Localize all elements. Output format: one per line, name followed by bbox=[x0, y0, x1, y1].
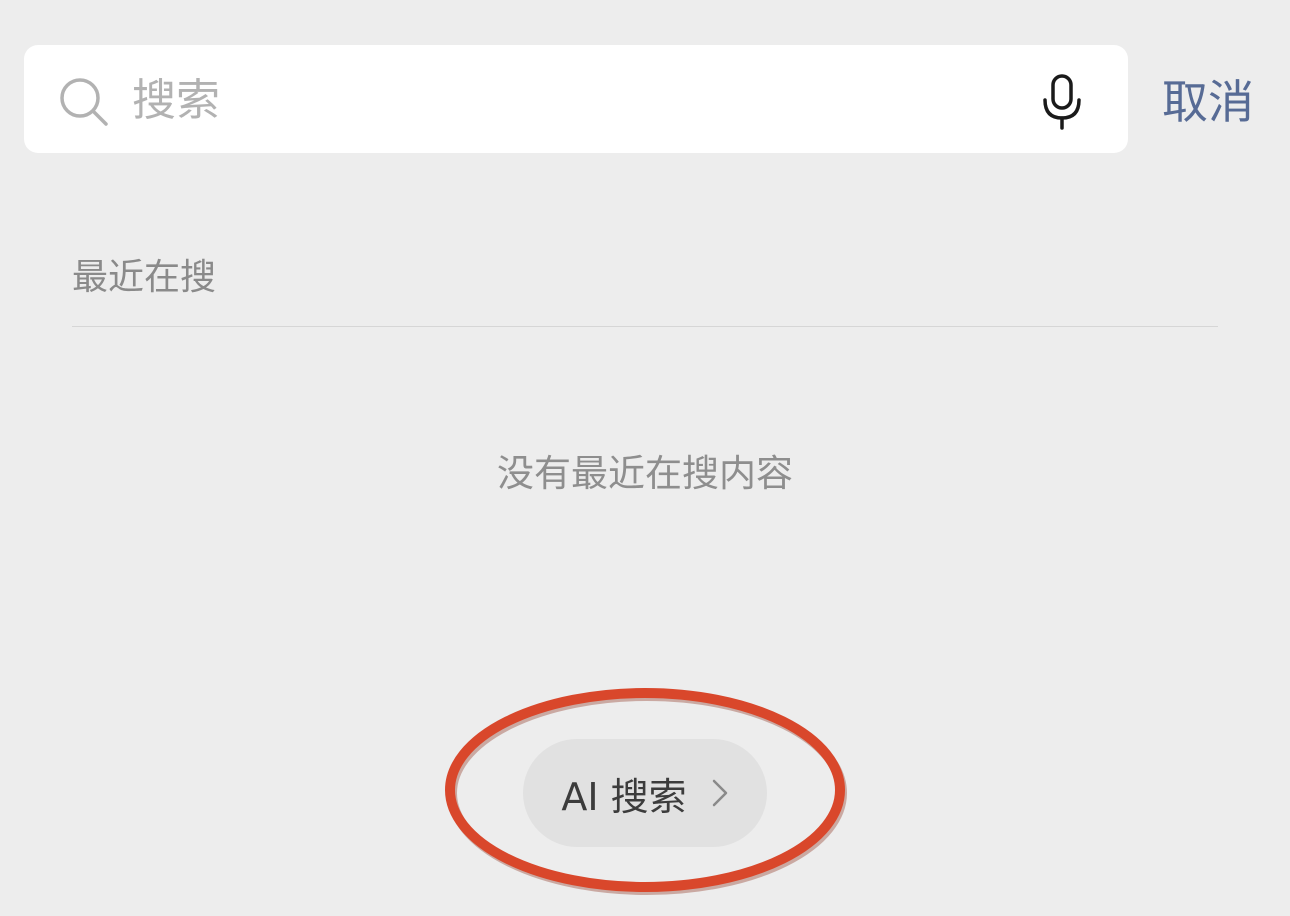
chevron-right-icon bbox=[712, 779, 727, 807]
recent-searches-title: 最近在搜 bbox=[72, 257, 217, 298]
search-icon bbox=[60, 78, 108, 126]
ai-search-button[interactable]: AI 搜索 bbox=[523, 739, 767, 847]
microphone-icon[interactable] bbox=[1036, 72, 1088, 132]
divider bbox=[72, 326, 1218, 327]
search-input[interactable] bbox=[132, 70, 1012, 130]
empty-state-message: 没有最近在搜内容 bbox=[497, 452, 793, 495]
cancel-button[interactable]: 取消 bbox=[1162, 72, 1254, 132]
ai-search-label: AI 搜索 bbox=[561, 774, 687, 819]
